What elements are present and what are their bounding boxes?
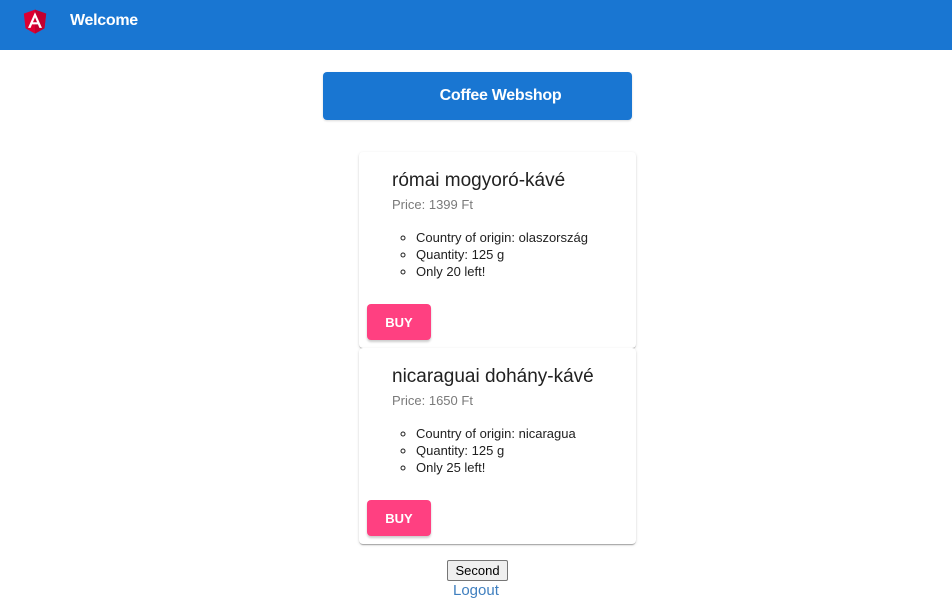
product-card: római mogyoró-kávé Price: 1399 Ft Countr… <box>359 152 636 348</box>
product-stock: Only 20 left! <box>416 263 588 280</box>
product-origin: Country of origin: nicaragua <box>416 425 576 442</box>
product-title: római mogyoró-kávé <box>392 170 566 191</box>
coffee-webshop-button[interactable]: Coffee Webshop <box>323 72 632 120</box>
buy-button[interactable]: BUY <box>367 500 431 536</box>
coffee-webshop-button-label: Coffee Webshop <box>439 87 562 104</box>
product-card: nicaraguai dohány-kávé Price: 1650 Ft Co… <box>359 348 636 544</box>
product-details-list: Country of origin: olaszország Quantity:… <box>392 229 588 280</box>
buy-button[interactable]: BUY <box>367 304 431 340</box>
top-toolbar: Welcome <box>0 0 952 50</box>
second-button[interactable]: Second <box>447 560 508 581</box>
product-details-list: Country of origin: nicaragua Quantity: 1… <box>392 425 576 476</box>
product-origin: Country of origin: olaszország <box>416 229 588 246</box>
angular-logo-icon <box>23 9 47 34</box>
product-stock: Only 25 left! <box>416 459 576 476</box>
logout-link[interactable]: Logout <box>453 582 499 599</box>
product-price: Price: 1650 Ft <box>392 393 473 408</box>
product-quantity: Quantity: 125 g <box>416 442 576 459</box>
product-price: Price: 1399 Ft <box>392 197 473 212</box>
product-title: nicaraguai dohány-kávé <box>392 366 594 387</box>
toolbar-title: Welcome <box>70 12 138 29</box>
product-quantity: Quantity: 125 g <box>416 246 588 263</box>
